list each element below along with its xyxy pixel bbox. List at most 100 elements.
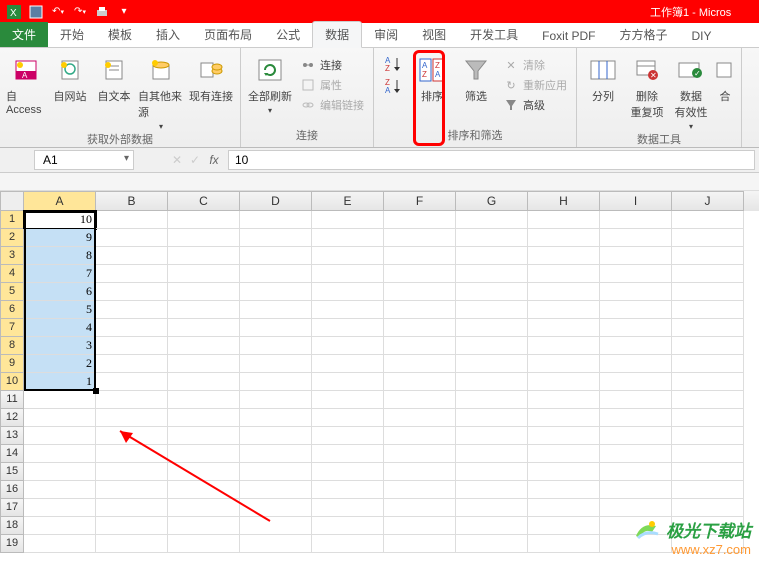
cell-J10[interactable] <box>672 373 744 391</box>
cell-I12[interactable] <box>600 409 672 427</box>
cell-C17[interactable] <box>168 499 240 517</box>
cell-D10[interactable] <box>240 373 312 391</box>
cell-F6[interactable] <box>384 301 456 319</box>
cell-B16[interactable] <box>96 481 168 499</box>
cell-A2[interactable]: 9 <box>24 229 96 247</box>
from-web-button[interactable]: 自网站 <box>50 52 90 104</box>
col-header-G[interactable]: G <box>456 191 528 211</box>
cell-H17[interactable] <box>528 499 600 517</box>
tab-Foxit PDF[interactable]: Foxit PDF <box>530 25 607 47</box>
undo-icon[interactable]: ↶▾ <box>48 3 68 21</box>
cell-G14[interactable] <box>456 445 528 463</box>
cell-B2[interactable] <box>96 229 168 247</box>
qat-more-icon[interactable]: ▾ <box>114 3 134 21</box>
cell-I1[interactable] <box>600 211 672 229</box>
cell-G19[interactable] <box>456 535 528 553</box>
cell-J3[interactable] <box>672 247 744 265</box>
sort-button[interactable]: AZZA排序 <box>412 52 452 104</box>
cell-G12[interactable] <box>456 409 528 427</box>
cell-C10[interactable] <box>168 373 240 391</box>
cell-C5[interactable] <box>168 283 240 301</box>
cell-C3[interactable] <box>168 247 240 265</box>
from-text-button[interactable]: 自文本 <box>94 52 134 104</box>
cell-F19[interactable] <box>384 535 456 553</box>
cell-D17[interactable] <box>240 499 312 517</box>
cell-D13[interactable] <box>240 427 312 445</box>
row-header-12[interactable]: 12 <box>0 409 24 427</box>
cell-E9[interactable] <box>312 355 384 373</box>
cell-G6[interactable] <box>456 301 528 319</box>
row-header-9[interactable]: 9 <box>0 355 24 373</box>
cell-A8[interactable]: 3 <box>24 337 96 355</box>
cell-A4[interactable]: 7 <box>24 265 96 283</box>
cell-G7[interactable] <box>456 319 528 337</box>
cell-E3[interactable] <box>312 247 384 265</box>
cell-F16[interactable] <box>384 481 456 499</box>
cell-J14[interactable] <box>672 445 744 463</box>
tab-方方格子[interactable]: 方方格子 <box>608 22 680 47</box>
cell-A17[interactable] <box>24 499 96 517</box>
cell-C15[interactable] <box>168 463 240 481</box>
from-access-button[interactable]: A自 Access <box>6 52 46 116</box>
cell-C11[interactable] <box>168 391 240 409</box>
cell-I10[interactable] <box>600 373 672 391</box>
cell-B9[interactable] <box>96 355 168 373</box>
cell-I6[interactable] <box>600 301 672 319</box>
cell-F15[interactable] <box>384 463 456 481</box>
cell-H3[interactable] <box>528 247 600 265</box>
cell-I2[interactable] <box>600 229 672 247</box>
cell-H8[interactable] <box>528 337 600 355</box>
cell-A7[interactable]: 4 <box>24 319 96 337</box>
col-header-B[interactable]: B <box>96 191 168 211</box>
cell-H9[interactable] <box>528 355 600 373</box>
sort-asc-icon[interactable]: AZ <box>384 54 404 74</box>
cell-H11[interactable] <box>528 391 600 409</box>
cell-H13[interactable] <box>528 427 600 445</box>
cell-J1[interactable] <box>672 211 744 229</box>
cell-F13[interactable] <box>384 427 456 445</box>
cell-I13[interactable] <box>600 427 672 445</box>
cell-J8[interactable] <box>672 337 744 355</box>
cell-E16[interactable] <box>312 481 384 499</box>
cell-G4[interactable] <box>456 265 528 283</box>
cell-J5[interactable] <box>672 283 744 301</box>
cell-B19[interactable] <box>96 535 168 553</box>
cell-H14[interactable] <box>528 445 600 463</box>
cell-E1[interactable] <box>312 211 384 229</box>
tab-开发工具[interactable]: 开发工具 <box>458 22 530 47</box>
cell-C1[interactable] <box>168 211 240 229</box>
cell-E11[interactable] <box>312 391 384 409</box>
cell-B18[interactable] <box>96 517 168 535</box>
tab-开始[interactable]: 开始 <box>48 22 96 47</box>
col-header-A[interactable]: A <box>24 191 96 211</box>
cell-E19[interactable] <box>312 535 384 553</box>
cell-D12[interactable] <box>240 409 312 427</box>
cell-I3[interactable] <box>600 247 672 265</box>
row-header-15[interactable]: 15 <box>0 463 24 481</box>
cell-I7[interactable] <box>600 319 672 337</box>
cell-H2[interactable] <box>528 229 600 247</box>
col-header-F[interactable]: F <box>384 191 456 211</box>
connections-button[interactable]: 连接 <box>297 56 367 74</box>
cell-I17[interactable] <box>600 499 672 517</box>
cell-D9[interactable] <box>240 355 312 373</box>
row-header-5[interactable]: 5 <box>0 283 24 301</box>
cell-A9[interactable]: 2 <box>24 355 96 373</box>
row-header-16[interactable]: 16 <box>0 481 24 499</box>
cell-J6[interactable] <box>672 301 744 319</box>
existing-conn-button[interactable]: 现有连接 <box>188 52 234 104</box>
cell-J17[interactable] <box>672 499 744 517</box>
cell-F17[interactable] <box>384 499 456 517</box>
remove-duplicates-button[interactable]: ✕删除 重复项 <box>627 52 667 120</box>
cell-F18[interactable] <box>384 517 456 535</box>
tab-数据[interactable]: 数据 <box>312 21 362 48</box>
cell-E15[interactable] <box>312 463 384 481</box>
cell-B4[interactable] <box>96 265 168 283</box>
cell-J13[interactable] <box>672 427 744 445</box>
cell-J9[interactable] <box>672 355 744 373</box>
cell-E10[interactable] <box>312 373 384 391</box>
cell-A10[interactable]: 1 <box>24 373 96 391</box>
cell-G16[interactable] <box>456 481 528 499</box>
cell-F7[interactable] <box>384 319 456 337</box>
cell-G1[interactable] <box>456 211 528 229</box>
